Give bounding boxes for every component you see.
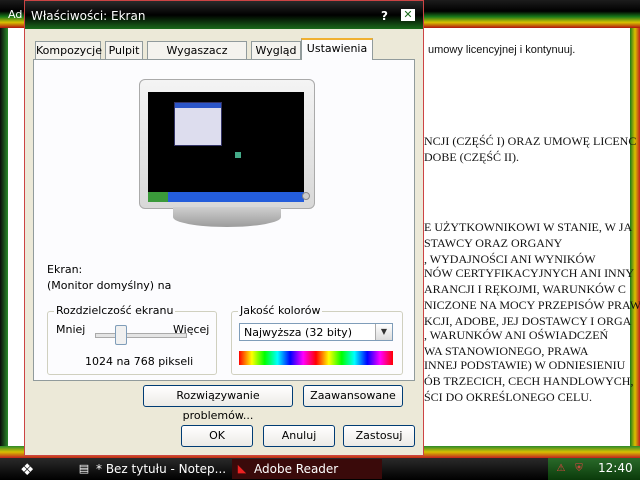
preview-taskbar bbox=[148, 192, 304, 202]
license-text-line: ARANCJI I RĘKOJMI, WARUNKÓW C bbox=[424, 282, 626, 296]
license-text-line: , WARUNKÓW ANI OŚWIADCZEŃ bbox=[424, 328, 609, 342]
background-window-border-left bbox=[0, 28, 8, 458]
license-text-line: STAWCY ORAZ ORGANY bbox=[424, 236, 563, 250]
display-label: Ekran: bbox=[47, 263, 83, 276]
dialog-titlebar[interactable]: Właściwości: Ekran ? ✕ bbox=[25, 1, 423, 29]
cancel-button[interactable]: Anuluj bbox=[263, 425, 335, 447]
license-text-line: , WYDAJNOŚCI ANI WYNIKÓW bbox=[424, 252, 596, 266]
license-text-line: ÓB TRZECICH, CECH HANDLOWYCH, bbox=[424, 374, 634, 388]
tab-themes[interactable]: Kompozycje bbox=[35, 41, 102, 59]
taskbar: ❖ ▤ * Bez tytułu - Notep... ◣ Adobe Read… bbox=[0, 458, 640, 480]
resolution-legend: Rozdzielczość ekranu bbox=[54, 304, 176, 317]
license-text-line: WA STANOWIONEGO, PRAWA bbox=[424, 344, 589, 358]
preview-desktop-icon bbox=[235, 152, 241, 158]
dialog-title: Właściwości: Ekran bbox=[31, 9, 146, 23]
background-window-title: Ad bbox=[8, 8, 23, 21]
tab-screensaver[interactable]: Wygaszacz ekranu bbox=[147, 41, 247, 75]
ok-button[interactable]: OK bbox=[181, 425, 253, 447]
apply-button[interactable]: Zastosuj bbox=[343, 425, 415, 447]
monitor-bezel bbox=[139, 79, 315, 209]
preview-window bbox=[174, 102, 222, 146]
color-quality-legend: Jakość kolorów bbox=[238, 304, 323, 317]
chevron-down-icon[interactable]: ▼ bbox=[375, 324, 392, 340]
resolution-slider-thumb[interactable] bbox=[115, 325, 127, 345]
license-text-line: ŚCI DO OKREŚLONEGO CELU. bbox=[424, 390, 592, 404]
license-text-line: NCJI (CZĘŚĆ I) ORAZ UMOWĘ LICENC bbox=[424, 134, 637, 148]
troubleshoot-button[interactable]: Rozwiązywanie problemów... bbox=[143, 385, 293, 422]
display-value: (Monitor domyślny) na bbox=[47, 279, 172, 292]
start-button[interactable]: ❖ bbox=[0, 458, 60, 480]
system-tray: ⚠ ⛨ 12:40 bbox=[548, 458, 640, 480]
license-text-line: umowy licencyjnej i kontynuuj. bbox=[428, 44, 576, 56]
taskbar-item-notepad[interactable]: ▤ * Bez tytułu - Notep... bbox=[74, 459, 227, 479]
taskbar-item-adobe-reader[interactable]: ◣ Adobe Reader bbox=[232, 459, 382, 479]
taskbar-item-label: * Bez tytułu - Notep... bbox=[96, 462, 227, 476]
clock[interactable]: 12:40 bbox=[598, 461, 633, 475]
resolution-less-label: Mniej bbox=[56, 323, 86, 336]
resolution-slider-track[interactable] bbox=[95, 333, 187, 338]
color-spectrum-bar bbox=[239, 351, 393, 365]
license-text-line: DOBE (CZĘŚĆ II). bbox=[424, 150, 519, 164]
help-button[interactable]: ? bbox=[381, 9, 388, 23]
monitor-power-icon bbox=[302, 192, 310, 200]
background-window-border-right bbox=[630, 28, 640, 458]
color-quality-group: Jakość kolorów bbox=[231, 304, 403, 375]
taskbar-item-label: Adobe Reader bbox=[254, 462, 339, 476]
monitor-screen bbox=[148, 92, 304, 202]
color-quality-value: Najwyższa (32 bity) bbox=[244, 326, 352, 339]
notepad-icon: ▤ bbox=[78, 462, 90, 475]
license-text-line: INNEJ PODSTAWIE) W ODNIESIENIU bbox=[424, 358, 626, 372]
windows-logo-icon: ❖ bbox=[20, 460, 35, 479]
license-text-line: KCJI, ADOBE, JEJ DOSTAWCY I ORGA bbox=[424, 314, 632, 328]
color-quality-select[interactable]: Najwyższa (32 bity) ▼ bbox=[239, 323, 393, 341]
tab-desktop[interactable]: Pulpit bbox=[105, 41, 143, 59]
resolution-value: 1024 na 768 pikseli bbox=[85, 355, 194, 368]
license-text-line: NÓW CERTYFIKACYJNYCH ANI INNY bbox=[424, 266, 635, 280]
display-properties-dialog: Właściwości: Ekran ? ✕ Kompozycje Pulpit… bbox=[24, 0, 424, 456]
alert-icon[interactable]: ⚠ bbox=[554, 462, 568, 476]
preview-start-button bbox=[148, 192, 168, 202]
security-shield-icon[interactable]: ⛨ bbox=[572, 462, 586, 476]
monitor-stand bbox=[173, 207, 281, 227]
monitor-preview bbox=[139, 79, 315, 229]
advanced-button[interactable]: Zaawansowane bbox=[303, 385, 403, 407]
tab-appearance[interactable]: Wygląd bbox=[251, 41, 301, 59]
adobe-reader-icon: ◣ bbox=[237, 462, 247, 475]
tab-settings[interactable]: Ustawienia bbox=[301, 38, 373, 60]
close-button[interactable]: ✕ bbox=[401, 9, 415, 21]
license-text-line: NICZONE NA MOCY PRZEPISÓW PRAW bbox=[424, 298, 640, 312]
license-text-line: E UŻYTKOWNIKOWI W STANIE, W JA bbox=[424, 220, 633, 234]
